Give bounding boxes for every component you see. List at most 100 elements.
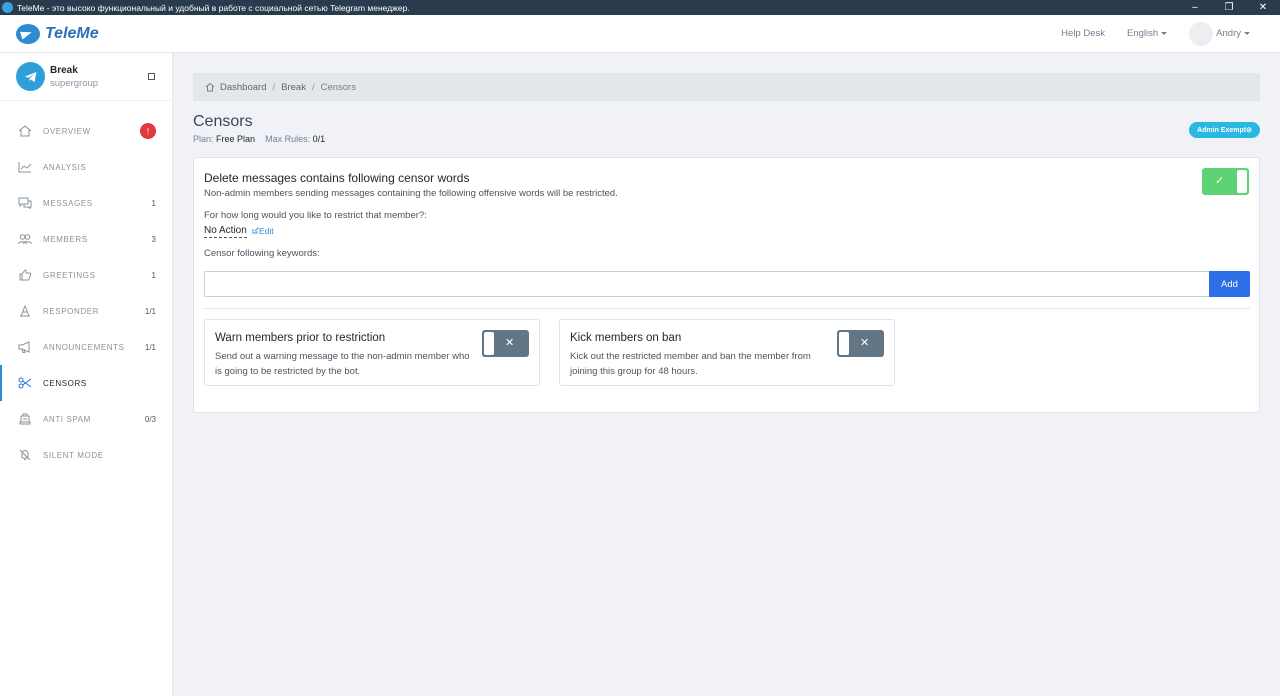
admin-exempt-badge[interactable]: Admin Exempt⊘ xyxy=(1189,122,1260,138)
warn-members-toggle[interactable]: ✕ xyxy=(482,330,529,357)
user-menu[interactable]: Andry xyxy=(1216,28,1250,39)
sidebar-item-label: ANALYSIS xyxy=(43,162,87,172)
kick-members-title: Kick members on ban xyxy=(570,332,682,344)
sidebar-item-label: ANNOUNCEMENTS xyxy=(43,342,125,352)
group-header[interactable]: Break supergroup xyxy=(0,53,172,101)
page-title: Censors xyxy=(193,113,253,130)
sidebar-item-count: 1 xyxy=(151,198,156,208)
window-titlebar: TeleMe - это высоко функциональный и удо… xyxy=(0,0,1280,15)
warn-members-description: Send out a warning message to the non-ad… xyxy=(215,351,470,377)
chart-icon xyxy=(18,161,32,173)
sidebar-item-silent-mode[interactable]: SILENT MODE xyxy=(0,437,172,473)
teleme-logo-icon xyxy=(16,23,40,44)
breadcrumb-group[interactable]: Break xyxy=(281,82,306,93)
warn-members-card: Warn members prior to restriction Send o… xyxy=(204,319,540,386)
sidebar-item-count: 3 xyxy=(151,234,156,244)
megaphone-icon xyxy=(18,341,32,353)
sidebar-item-members[interactable]: MEMBERS 3 xyxy=(0,221,172,257)
edit-label: Edit xyxy=(259,226,274,236)
check-icon: ✓ xyxy=(1215,175,1225,187)
sidebar-item-label: RESPONDER xyxy=(43,306,100,316)
mute-icon xyxy=(18,449,32,461)
window-title: TeleMe - это высоко функциональный и удо… xyxy=(17,2,410,13)
sidebar-item-analysis[interactable]: ANALYSIS xyxy=(0,149,172,185)
app-icon xyxy=(2,2,13,13)
toggle-knob xyxy=(1237,170,1247,193)
sidebar-item-count: 1 xyxy=(151,270,156,280)
group-name: Break xyxy=(50,64,78,76)
home-icon xyxy=(205,82,215,92)
sidebar-item-label: MEMBERS xyxy=(43,234,88,244)
messages-icon xyxy=(18,197,32,209)
members-icon xyxy=(18,233,32,245)
breadcrumb-current: Censors xyxy=(320,81,356,93)
add-keyword-button[interactable]: Add xyxy=(1209,271,1250,297)
restrict-action-value[interactable]: No Action xyxy=(204,225,247,238)
logo-text: TeleMe xyxy=(45,24,99,42)
sidebar-item-count: 0/3 xyxy=(144,414,156,424)
sidebar: Break supergroup OVERVIEW ! ANALYSIS MES… xyxy=(0,53,173,696)
breadcrumb-separator: / xyxy=(311,81,315,93)
sidebar-item-label: SILENT MODE xyxy=(43,450,104,460)
avatar[interactable] xyxy=(1189,21,1214,46)
logo[interactable]: TeleMe xyxy=(16,23,99,44)
sidebar-item-messages[interactable]: MESSAGES 1 xyxy=(0,185,172,221)
rules-value: 0/1 xyxy=(312,134,326,144)
sidebar-item-anti-spam[interactable]: ANTI SPAM 0/3 xyxy=(0,401,172,437)
minimize-button[interactable]: – xyxy=(1178,0,1212,15)
responder-icon xyxy=(18,305,32,317)
sidebar-item-greetings[interactable]: GREETINGS 1 xyxy=(0,257,172,293)
keywords-input[interactable] xyxy=(204,271,1210,297)
keywords-label: Censor following keywords: xyxy=(204,248,320,259)
edit-icon xyxy=(252,227,259,234)
book-icon[interactable] xyxy=(148,73,155,80)
sidebar-item-overview[interactable]: OVERVIEW ! xyxy=(0,113,172,149)
telegram-icon xyxy=(16,62,45,91)
plan-label: Plan: xyxy=(193,134,214,144)
sidebar-item-announcements[interactable]: ANNOUNCEMENTS 1/1 xyxy=(0,329,172,365)
close-window-button[interactable]: ✕ xyxy=(1246,0,1280,15)
sidebar-nav: OVERVIEW ! ANALYSIS MESSAGES 1 MEMBERS 3… xyxy=(0,113,172,473)
sidebar-item-label: GREETINGS xyxy=(43,270,96,280)
divider xyxy=(204,308,1250,309)
sidebar-item-label: OVERVIEW xyxy=(43,126,91,136)
chevron-down-icon xyxy=(1161,31,1168,35)
censor-toggle[interactable]: ✓ xyxy=(1202,168,1249,195)
user-name: Andry xyxy=(1216,28,1241,39)
sidebar-item-label: MESSAGES xyxy=(43,198,93,208)
sidebar-item-censors[interactable]: CENSORS xyxy=(0,365,172,401)
kick-members-card: Kick members on ban Kick out the restric… xyxy=(559,319,895,386)
toggle-knob xyxy=(484,332,494,355)
language-label: English xyxy=(1127,28,1159,39)
censor-card-title: Delete messages contains following censo… xyxy=(204,171,470,185)
breadcrumb: Dashboard / Break / Censors xyxy=(193,73,1260,101)
help-desk-link[interactable]: Help Desk xyxy=(1061,28,1105,39)
shield-icon xyxy=(18,413,32,425)
sidebar-item-label: ANTI SPAM xyxy=(43,414,91,424)
sidebar-item-count: 1/1 xyxy=(144,306,156,316)
language-dropdown[interactable]: English xyxy=(1127,28,1168,39)
toggle-knob xyxy=(839,332,849,355)
home-icon xyxy=(18,125,32,137)
breadcrumb-dashboard[interactable]: Dashboard xyxy=(220,82,266,93)
sidebar-item-label: CENSORS xyxy=(43,378,87,388)
warn-members-title: Warn members prior to restriction xyxy=(215,332,386,344)
breadcrumb-separator: / xyxy=(272,81,276,93)
restore-button[interactable]: ❐ xyxy=(1212,0,1246,15)
sidebar-item-count: 1/1 xyxy=(144,342,156,352)
chevron-down-icon xyxy=(1244,31,1250,35)
censor-card: Delete messages contains following censo… xyxy=(193,157,1260,413)
thumbs-up-icon xyxy=(18,269,32,281)
group-type: supergroup xyxy=(50,77,99,89)
close-icon: ✕ xyxy=(860,337,870,349)
top-header: TeleMe Help Desk English Andry xyxy=(0,15,1280,53)
restrict-duration-question: For how long would you like to restrict … xyxy=(204,210,427,221)
plan-info: Plan: Free Plan Max Rules: 0/1 xyxy=(193,134,325,144)
kick-members-description: Kick out the restricted member and ban t… xyxy=(570,351,811,377)
sidebar-item-responder[interactable]: RESPONDER 1/1 xyxy=(0,293,172,329)
scissors-icon xyxy=(18,377,32,389)
edit-link[interactable]: Edit xyxy=(252,226,274,236)
close-icon: ✕ xyxy=(505,337,515,349)
alert-badge: ! xyxy=(140,123,156,139)
kick-members-toggle[interactable]: ✕ xyxy=(837,330,884,357)
